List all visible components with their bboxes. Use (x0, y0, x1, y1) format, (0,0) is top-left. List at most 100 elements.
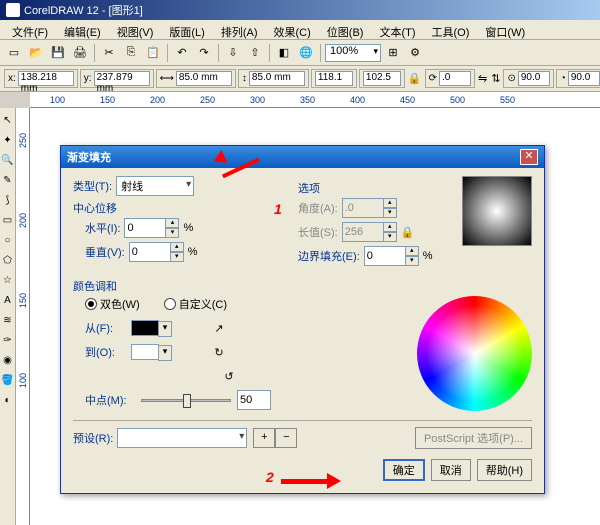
postscript-button: PostScript 选项(P)... (415, 427, 532, 449)
ok-button[interactable]: 确定 (383, 459, 425, 481)
fill-tool-icon[interactable]: 🪣 (1, 371, 15, 389)
app-title: CorelDRAW 12 - [图形1] (24, 2, 594, 18)
smart-draw-tool-icon[interactable]: ⟆ (1, 191, 15, 209)
save-icon[interactable]: 💾 (48, 43, 68, 63)
app-icon (6, 3, 20, 17)
rot-value[interactable]: .0 (439, 71, 471, 86)
zoom-combo[interactable]: 100% (325, 44, 381, 62)
ellipse-tool-icon[interactable]: ○ (1, 231, 15, 249)
vert-spinner[interactable]: ▴▾ (170, 242, 184, 262)
w-value[interactable]: 85.0 mm (176, 71, 232, 86)
snap-icon[interactable]: ⊞ (383, 43, 403, 63)
app-launcher-icon[interactable]: ◧ (274, 43, 294, 63)
edge-spinner[interactable]: ▴▾ (405, 246, 419, 266)
to-label: 到(O): (85, 344, 127, 360)
h-value[interactable]: 85.0 mm (249, 71, 305, 86)
to-color-picker[interactable] (131, 344, 159, 360)
options-icon[interactable]: ⚙ (405, 43, 425, 63)
sx-value[interactable]: 118.1 (315, 71, 353, 86)
import-icon[interactable]: ⇩ (223, 43, 243, 63)
freehand-tool-icon[interactable]: ✎ (1, 171, 15, 189)
horiz-input[interactable] (124, 218, 166, 238)
midpoint-slider[interactable] (141, 391, 231, 409)
two-color-label: 双色(W) (100, 296, 140, 312)
cut-icon[interactable]: ✂ (99, 43, 119, 63)
vert-label: 垂直(V): (85, 244, 125, 260)
vert-input[interactable] (129, 242, 171, 262)
blend-tool-icon[interactable]: ≋ (1, 311, 15, 329)
menu-view[interactable]: 视图(V) (109, 22, 162, 37)
text-tool-icon[interactable]: A (1, 291, 15, 309)
options-title: 选项 (298, 180, 448, 196)
mid-input[interactable] (237, 390, 271, 410)
r4-value[interactable]: 90.0 (568, 71, 600, 86)
help-button[interactable]: 帮助(H) (477, 459, 532, 481)
sy-value[interactable]: 102.5 (363, 71, 401, 86)
menu-effect[interactable]: 效果(C) (266, 22, 319, 37)
color-wheel[interactable] (417, 296, 532, 411)
from-color-picker[interactable] (131, 320, 159, 336)
blend-title: 颜色调和 (73, 278, 532, 294)
menu-layout[interactable]: 版面(L) (161, 22, 212, 37)
close-icon[interactable]: ✕ (520, 149, 538, 165)
custom-radio[interactable] (164, 298, 176, 310)
pct-label-2: % (188, 246, 198, 258)
basic-shapes-tool-icon[interactable]: ☆ (1, 271, 15, 289)
polygon-tool-icon[interactable]: ⬠ (1, 251, 15, 269)
new-icon[interactable]: ▭ (4, 43, 24, 63)
rectangle-tool-icon[interactable]: ▭ (1, 211, 15, 229)
corel-online-icon[interactable]: 🌐 (296, 43, 316, 63)
eyedropper-tool-icon[interactable]: ✑ (1, 331, 15, 349)
shape-tool-icon[interactable]: ✦ (1, 131, 15, 149)
zoom-tool-icon[interactable]: 🔍 (1, 151, 15, 169)
menubar: 文件(F) 编辑(E) 视图(V) 版面(L) 排列(A) 效果(C) 位图(B… (0, 20, 600, 40)
menu-text[interactable]: 文本(T) (371, 22, 423, 37)
gradient-fill-dialog: 渐变填充 ✕ 类型(T): 射线 中心位移 水平(I): ▴▾ % 垂直(V): (60, 145, 545, 494)
copy-icon[interactable]: ⎘ (121, 43, 141, 63)
center-offset-title: 中心位移 (73, 200, 284, 216)
ruler-horizontal: 100 150 200 250 300 350 400 450 500 550 (30, 92, 600, 108)
x-value[interactable]: 138.218 mm (18, 71, 74, 86)
y-value[interactable]: 237.879 mm (94, 71, 150, 86)
steps-input (342, 222, 384, 242)
path-ccw-icon[interactable]: ↺ (219, 366, 239, 386)
menu-file[interactable]: 文件(F) (4, 22, 56, 37)
interactive-fill-tool-icon[interactable]: ◐ (1, 391, 15, 409)
angle-label: 角度(A): (298, 200, 338, 216)
dialog-titlebar[interactable]: 渐变填充 ✕ (61, 146, 544, 168)
cancel-button[interactable]: 取消 (431, 459, 471, 481)
open-icon[interactable]: 📂 (26, 43, 46, 63)
x-label: x: (8, 73, 16, 84)
type-combo[interactable]: 射线 (116, 176, 194, 196)
lock-ratio-icon[interactable]: 🔒 (407, 69, 423, 89)
menu-edit[interactable]: 编辑(E) (56, 22, 109, 37)
export-icon[interactable]: ⇧ (245, 43, 265, 63)
mirror-h-icon[interactable]: ⇋ (477, 69, 488, 89)
pct-label: % (183, 222, 193, 234)
r3-value[interactable]: 90.0 (518, 71, 550, 86)
preset-add-button[interactable]: + (253, 428, 275, 448)
path-cw-icon[interactable]: ↻ (209, 342, 229, 362)
menu-arrange[interactable]: 排列(A) (213, 22, 266, 37)
outline-tool-icon[interactable]: ◉ (1, 351, 15, 369)
two-color-radio[interactable] (85, 298, 97, 310)
edge-label: 边界填充(E): (298, 248, 360, 264)
steps-label: 长值(S): (298, 224, 338, 240)
preset-combo[interactable] (117, 428, 247, 448)
menu-tools[interactable]: 工具(O) (424, 22, 478, 37)
mirror-v-icon[interactable]: ⇅ (490, 69, 501, 89)
menu-bitmap[interactable]: 位图(B) (319, 22, 372, 37)
redo-icon[interactable]: ↷ (194, 43, 214, 63)
print-icon[interactable]: 🖨 (70, 43, 90, 63)
paste-icon[interactable]: 📋 (143, 43, 163, 63)
horiz-spinner[interactable]: ▴▾ (165, 218, 179, 238)
dialog-title-text: 渐变填充 (67, 149, 520, 165)
undo-icon[interactable]: ↶ (172, 43, 192, 63)
menu-window[interactable]: 窗口(W) (477, 22, 533, 37)
edge-input[interactable] (364, 246, 406, 266)
path-direct-icon[interactable]: ↗ (209, 318, 229, 338)
preset-remove-button[interactable]: − (275, 428, 297, 448)
steps-lock-icon[interactable]: 🔒 (400, 223, 416, 241)
gradient-preview (462, 176, 532, 246)
pick-tool-icon[interactable]: ↖ (1, 111, 15, 129)
